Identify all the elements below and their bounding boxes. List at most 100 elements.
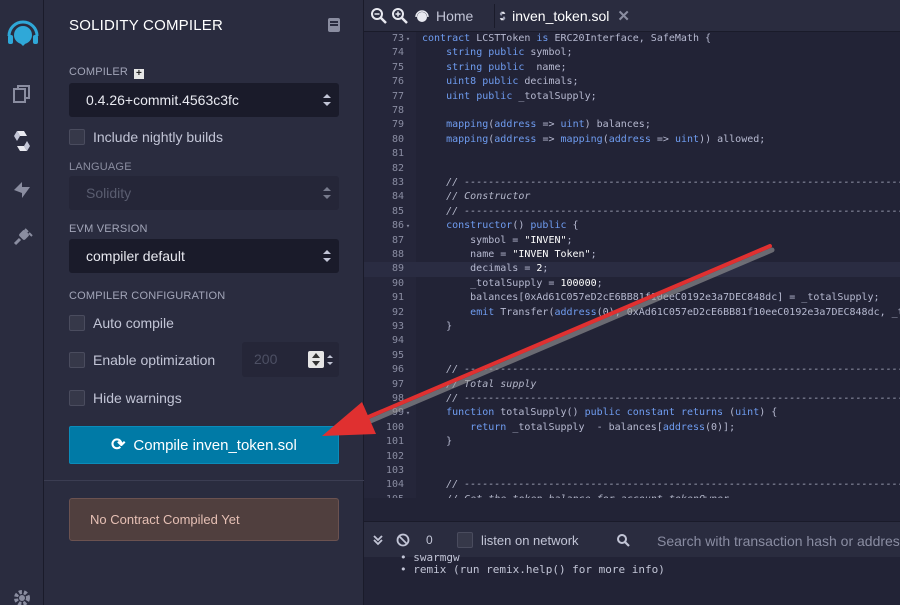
code-line: 84 // Constructor [364, 190, 900, 204]
plugin-manager-icon[interactable] [8, 223, 36, 251]
tab-inven-token[interactable]: inven_token.sol ✕ [494, 4, 630, 28]
tab-inven-token-label: inven_token.sol [512, 8, 610, 24]
zoom-in-icon[interactable] [391, 7, 409, 25]
fold-icon[interactable]: ▾ [404, 32, 412, 46]
fold-icon[interactable]: ▾ [404, 219, 412, 233]
listen-network-checkbox[interactable] [457, 532, 473, 548]
tab-home-label: Home [436, 8, 474, 24]
code-text: // Total supply [446, 378, 537, 390]
code-line: 100 return _totalSupply - balances[addre… [364, 421, 900, 435]
hide-warnings-checkbox[interactable] [69, 390, 85, 406]
solidity-file-icon [499, 11, 506, 21]
line-number: 85 [391, 205, 404, 217]
optimization-checkbox[interactable] [69, 352, 85, 368]
file-explorer-icon[interactable] [8, 80, 36, 108]
code-line: 97 // Total supply [364, 378, 900, 392]
hide-warnings-row[interactable]: Hide warnings [69, 389, 182, 407]
code-line: 73 ▾ contract LCSTToken is ERC20Interface,… [364, 32, 900, 46]
runs-value: 200 [254, 351, 278, 367]
code-line: 104 // ---------------------------------… [364, 478, 900, 492]
nightly-builds-label: Include nightly builds [93, 129, 223, 145]
code-text: uint public _totalSupply; [446, 90, 597, 102]
line-number: 98 [391, 393, 404, 404]
code-text: _totalSupply = 100000; [422, 277, 603, 289]
line-number: 95 [391, 349, 404, 361]
auto-compile-checkbox[interactable] [69, 315, 85, 331]
terminal-line: • remix (run remix.help() for more info) [400, 563, 665, 576]
code-text: // -------------------------------------… [446, 393, 900, 404]
language-value: Solidity [86, 185, 132, 201]
code-text: emit Transfer(address(0), 0xAd61C057eD2c… [470, 306, 900, 318]
line-number: 76 [391, 76, 404, 88]
line-number: 78 [391, 105, 404, 116]
line-number: 74 [391, 47, 404, 59]
code-line: 80 mapping(address => mapping(address =>… [364, 133, 900, 147]
code-editor[interactable]: 73 ▾ contract LCSTToken is ERC20Interface,… [364, 32, 900, 498]
zoom-out-icon[interactable] [370, 7, 388, 25]
code-text: mapping(address => mapping(address => ui… [446, 133, 766, 145]
line-number: 88 [391, 249, 404, 260]
auto-compile-row[interactable]: Auto compile [69, 314, 174, 332]
code-text: contract LCSTToken is ERC20Interface, Sa… [422, 33, 712, 44]
code-text: } [422, 321, 453, 332]
clear-console-icon[interactable] [396, 533, 410, 547]
add-compiler-icon[interactable]: + [134, 69, 145, 79]
code-text: function totalSupply() public constant r… [446, 407, 778, 419]
code-text: constructor() public { [446, 220, 579, 232]
fold-icon[interactable]: ▾ [404, 406, 412, 420]
code-text: // Constructor [446, 191, 531, 203]
chevron-updown-icon [323, 250, 331, 262]
line-number: 99 [391, 407, 404, 419]
code-line: 88 name = "INVEN Token"; [364, 248, 900, 262]
line-number: 92 [391, 306, 404, 318]
compiler-label-text: COMPILER [69, 66, 129, 78]
transaction-search-input[interactable]: Search with transaction hash or address [644, 529, 900, 553]
solidity-compiler-icon[interactable] [8, 127, 36, 155]
compile-button[interactable]: ⟳ Compile inven_token.sol [69, 426, 339, 464]
remix-home-icon [415, 10, 429, 22]
line-number: 77 [391, 90, 404, 102]
code-text: return _totalSupply - balances[address(0… [470, 421, 736, 433]
code-line: 103 [364, 464, 900, 478]
code-text: name = "INVEN Token"; [422, 249, 597, 260]
line-number: 89 [391, 263, 404, 275]
tab-home[interactable]: Home [414, 4, 473, 28]
listen-network-label: listen on network [481, 533, 579, 548]
chevron-updown-icon [323, 187, 331, 199]
compiler-panel: SOLIDITY COMPILER COMPILER + 0.4.26+commi… [44, 0, 364, 605]
optimization-row[interactable]: Enable optimization [69, 351, 215, 369]
code-text: mapping(address => uint) balances; [446, 119, 651, 131]
deploy-run-icon[interactable] [8, 176, 36, 204]
compiler-label: COMPILER + [69, 66, 145, 79]
code-line: 77 uint public _totalSupply; [364, 90, 900, 104]
evm-version-value: compiler default [86, 248, 185, 264]
runs-stepper-icon [308, 351, 324, 368]
code-text: string public name; [446, 61, 567, 73]
code-text: uint8 public decimals; [446, 76, 579, 88]
collapse-terminal-icon[interactable] [372, 534, 384, 546]
language-select: Solidity [69, 176, 339, 210]
close-icon[interactable]: ✕ [617, 7, 630, 25]
code-text: // -------------------------------------… [446, 479, 900, 491]
line-number: 90 [391, 277, 404, 289]
nightly-builds-checkbox[interactable] [69, 129, 85, 145]
nightly-builds-row[interactable]: Include nightly builds [69, 128, 223, 146]
icon-sidebar [0, 0, 44, 605]
search-icon [617, 534, 630, 547]
code-line: 74 string public symbol; [364, 46, 900, 60]
line-number: 91 [391, 292, 404, 304]
code-line: 85 // ----------------------------------… [364, 205, 900, 219]
code-line: 81 [364, 147, 900, 161]
compiler-version-select[interactable]: 0.4.26+commit.4563c3fc [69, 83, 339, 117]
code-line: 75 string public name; [364, 61, 900, 75]
settings-icon[interactable] [8, 584, 36, 605]
code-line: 94 [364, 334, 900, 348]
documentation-icon[interactable] [328, 18, 340, 32]
remix-logo-icon[interactable] [6, 16, 40, 50]
compiler-config-label: COMPILER CONFIGURATION [69, 290, 226, 302]
code-line: 99 ▾ function totalSupply() public consta… [364, 406, 900, 420]
code-line: 95 [364, 349, 900, 363]
evm-version-select[interactable]: compiler default [69, 239, 339, 273]
compiler-version-value: 0.4.26+commit.4563c3fc [86, 92, 239, 108]
line-number: 83 [391, 177, 404, 188]
